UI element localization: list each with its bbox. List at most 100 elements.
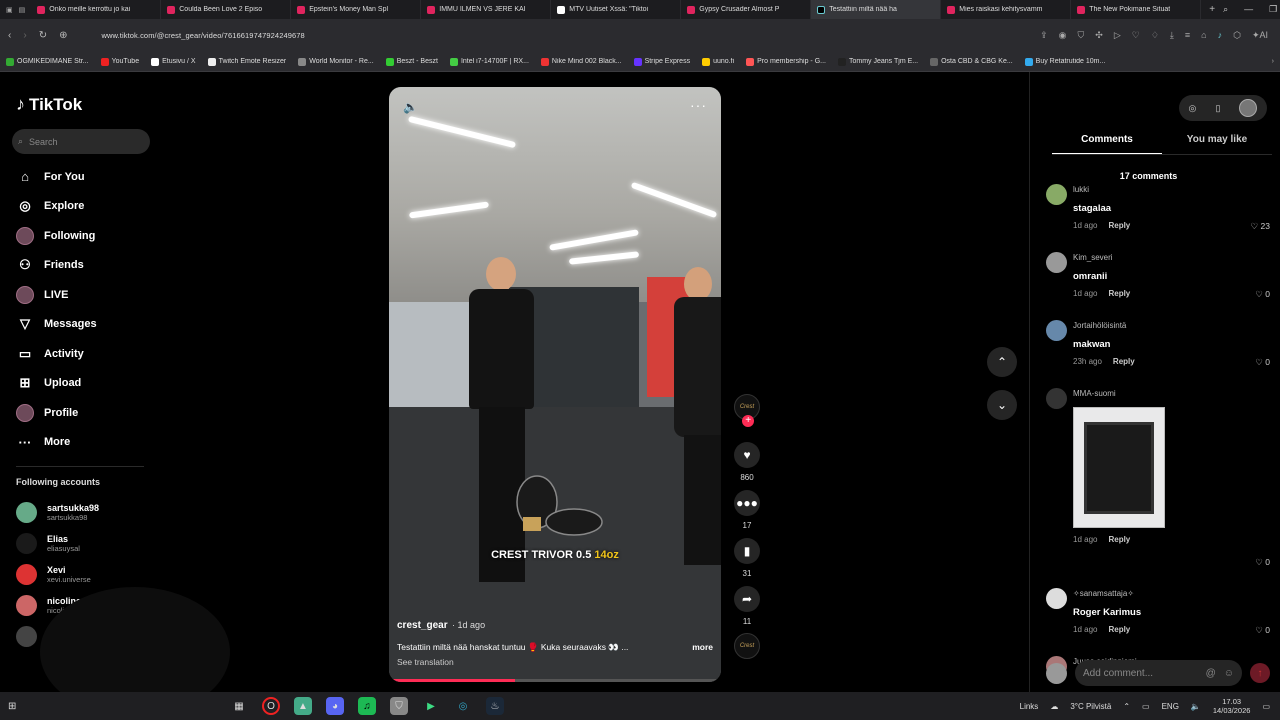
send-comment-button[interactable]: ↑	[1250, 663, 1270, 683]
avatar[interactable]	[1046, 252, 1067, 273]
avatar[interactable]	[1046, 388, 1067, 409]
comment-username[interactable]: Kim_severi	[1073, 252, 1270, 264]
speaker-icon[interactable]: 🔈	[1191, 702, 1201, 711]
forward-button[interactable]: ›	[23, 30, 26, 41]
links-toolbar[interactable]: Links	[1020, 702, 1039, 711]
comment-image[interactable]	[1073, 407, 1165, 528]
browser-tab[interactable]: IMMU ILMEN VS JERE KAI	[421, 0, 552, 19]
edge-icon[interactable]: ◎	[454, 697, 472, 715]
tray-overflow-icon[interactable]: ⌃	[1123, 702, 1130, 711]
address-bar[interactable]: www.tiktok.com/@crest_gear/video/7616619…	[79, 26, 1028, 46]
sidebar-item-profile[interactable]: Profile	[16, 398, 97, 428]
sidebar-item-activity[interactable]: ▭ Activity	[16, 339, 97, 369]
music-disc[interactable]: Crest	[734, 633, 760, 659]
browser-tab[interactable]: MTV Uutiset Xssä: "Tiktoi	[551, 0, 682, 19]
comment-username[interactable]: ✧sanamsattaja✧	[1073, 588, 1270, 600]
network-icon[interactable]: ▭	[1142, 702, 1150, 711]
bookmark-item[interactable]: Stripe Express	[633, 57, 690, 66]
task-view-icon[interactable]: ▦	[230, 697, 248, 715]
opera-icon[interactable]: O	[262, 697, 280, 715]
start-button[interactable]: ⊞	[8, 701, 16, 712]
sidebar-item-for-you[interactable]: ⌂ For You	[16, 162, 97, 192]
reply-button[interactable]: Reply	[1108, 625, 1130, 634]
new-tab-button[interactable]: +	[1201, 4, 1223, 15]
browser-tab[interactable]: Epstein's Money Man Spl	[291, 0, 422, 19]
sidebar-item-messages[interactable]: ▽ Messages	[16, 310, 97, 340]
play-icon[interactable]: ▷	[1114, 30, 1121, 41]
site-info-icon[interactable]: ⊕	[59, 30, 67, 41]
sidebar-item-live[interactable]: LIVE	[16, 280, 97, 310]
share-button[interactable]: ➦	[734, 586, 760, 612]
comment-like-button[interactable]: ♡ 23	[1251, 221, 1270, 232]
clock[interactable]: 17.03 14/03/2026	[1213, 697, 1251, 715]
spotify-icon[interactable]: ♫	[358, 697, 376, 715]
tiktok-logo[interactable]: ♪ TikTok	[16, 94, 82, 115]
comment-username[interactable]: Jortaihölöisintä	[1073, 320, 1270, 332]
comment-username[interactable]: lukki	[1073, 184, 1270, 196]
sidebar-item-explore[interactable]: ◎ Explore	[16, 192, 97, 222]
photos-icon[interactable]: ▲	[294, 697, 312, 715]
comment-username[interactable]: MMA-suomi	[1073, 388, 1270, 400]
reply-button[interactable]: Reply	[1113, 357, 1135, 366]
weather-text[interactable]: 3°C Pilvistä	[1070, 702, 1111, 711]
video-progress-bar[interactable]	[389, 679, 721, 682]
browser-tab[interactable]: Testattiin miltä nää ha	[811, 0, 942, 19]
sidebar-item-friends[interactable]: ⚇ Friends	[16, 251, 97, 281]
android-icon[interactable]: ▶	[422, 697, 440, 715]
bookmark-item[interactable]: Osta CBD & CBG Ke...	[930, 57, 1013, 66]
wallet-icon[interactable]: ⌂	[1201, 30, 1206, 41]
search-input[interactable]: ⌕ Search	[12, 129, 150, 154]
following-account[interactable]: sartsukka98 sartsukka98	[16, 497, 99, 528]
browser-tab[interactable]: The New Pokimane Situat	[1071, 0, 1202, 19]
reload-button[interactable]: ↻	[39, 30, 47, 41]
emoji-icon[interactable]: ☺	[1224, 668, 1234, 679]
like-button[interactable]: ♥	[734, 442, 760, 468]
user-avatar[interactable]	[1239, 99, 1258, 117]
save-button[interactable]: ▮	[734, 538, 760, 564]
comment-like-button[interactable]: ♡ 0	[1255, 557, 1270, 568]
bookmark-item[interactable]: Nike Mind 002 Black...	[540, 57, 622, 66]
browser-tab[interactable]: Coulda Been Love 2 Episo	[161, 0, 292, 19]
coins-icon[interactable]: ◎	[1189, 103, 1197, 114]
maximize-button[interactable]: ❐	[1269, 4, 1277, 15]
shield-icon[interactable]: ⛉	[1078, 30, 1085, 41]
mention-icon[interactable]: @	[1206, 668, 1216, 679]
bookmark-item[interactable]: YouTube	[100, 57, 139, 66]
follow-plus-button[interactable]: +	[742, 415, 754, 427]
tab-comments[interactable]: Comments	[1052, 134, 1162, 155]
sidebar-item-more[interactable]: ··· More	[16, 428, 97, 458]
back-button[interactable]: ‹	[8, 30, 11, 41]
volume-icon[interactable]: 🔈	[403, 100, 418, 114]
more-bookmarks-icon[interactable]: ›	[1272, 58, 1274, 65]
video-more-button[interactable]: ···	[690, 97, 707, 113]
comment-like-button[interactable]: ♡ 0	[1255, 289, 1270, 300]
see-translation-link[interactable]: See translation	[397, 657, 713, 667]
comment-like-button[interactable]: ♡ 0	[1255, 357, 1270, 368]
browser-tab[interactable]: Mies raiskasi kehitysvamm	[941, 0, 1072, 19]
previous-video-button[interactable]: ⌃	[987, 347, 1017, 377]
camera-icon[interactable]: ◉	[1059, 30, 1067, 41]
bookmark-item[interactable]: Pro membership - G...	[746, 57, 826, 66]
download-icon[interactable]: ⤓	[1170, 30, 1174, 41]
discord-icon[interactable]: ◕	[326, 697, 344, 715]
share-icon[interactable]: ⇪	[1040, 30, 1048, 41]
next-video-button[interactable]: ⌄	[987, 390, 1017, 420]
bookmark-item[interactable]: Intel i7-14700F | RX...	[449, 57, 529, 66]
device-icon[interactable]: ▯	[1215, 103, 1220, 114]
avatar[interactable]	[1046, 320, 1067, 341]
tiktok-extension-icon[interactable]: ♪	[1218, 30, 1223, 41]
search-tabs-icon[interactable]: ⌕	[1223, 4, 1228, 15]
comment-like-button[interactable]: ♡ 0	[1255, 625, 1270, 636]
cube-icon[interactable]: ⬡	[1233, 30, 1241, 41]
video-author[interactable]: crest_gear	[397, 620, 448, 631]
bookmark-item[interactable]: Tommy Jeans Tjm E...	[837, 57, 918, 66]
security-icon[interactable]: ⛉	[390, 697, 408, 715]
video-player[interactable]: 🔈 ··· CREST TRIVOR 0.5 14oz crest_gear ·…	[389, 87, 721, 682]
reply-button[interactable]: Reply	[1108, 221, 1130, 230]
minimize-button[interactable]: —	[1244, 4, 1253, 15]
avatar[interactable]	[1046, 588, 1067, 609]
browser-tab[interactable]: Onko meille kerrottu jo kai	[31, 0, 162, 19]
workspaces-icon[interactable]: ▤	[19, 6, 26, 14]
avatar[interactable]	[1046, 184, 1067, 205]
extensions-icon[interactable]: ✣	[1095, 30, 1103, 41]
